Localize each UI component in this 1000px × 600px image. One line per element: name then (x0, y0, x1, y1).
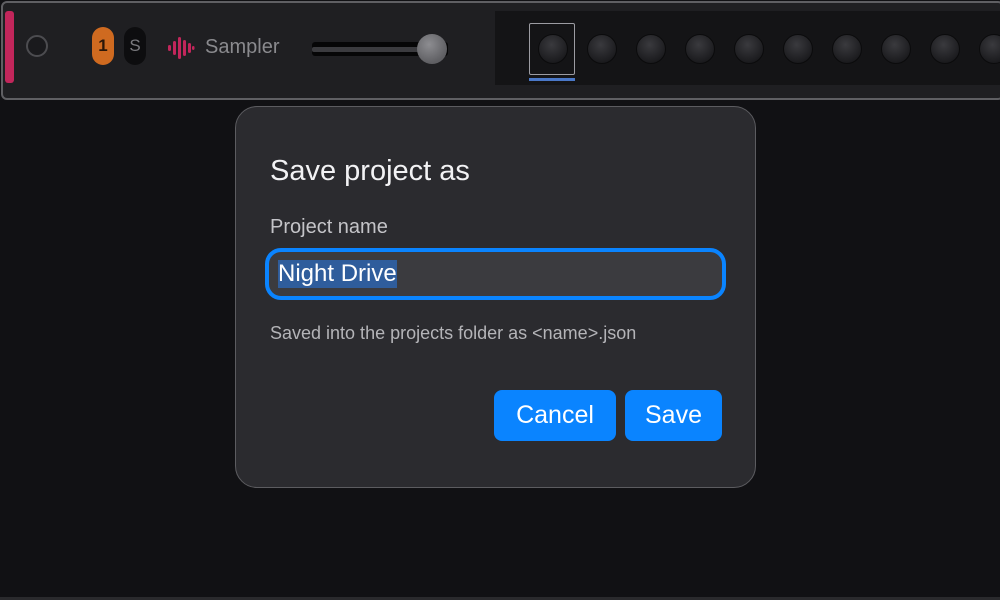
step-sequencer (495, 11, 1000, 85)
cancel-button[interactable]: Cancel (494, 390, 616, 441)
project-name-label: Project name (270, 216, 388, 238)
save-button[interactable]: Save (625, 390, 722, 441)
step-pad[interactable] (685, 34, 715, 64)
step-pad[interactable] (636, 34, 666, 64)
solo-button[interactable]: S (124, 27, 146, 65)
step-pad[interactable] (587, 34, 617, 64)
step-pad[interactable] (783, 34, 813, 64)
track-color-bar (5, 11, 14, 83)
step-pad[interactable] (881, 34, 911, 64)
project-name-input[interactable] (265, 248, 726, 300)
volume-slider-fill (312, 47, 432, 52)
instrument-name[interactable]: Sampler (205, 35, 279, 59)
save-project-dialog: Save project as Project name Saved into … (235, 106, 756, 488)
step-pad[interactable] (979, 34, 1000, 64)
step-pad[interactable] (538, 34, 568, 64)
waveform-icon (168, 37, 195, 59)
track-strip: 1 S Sampler (1, 1, 1000, 100)
step-pad[interactable] (734, 34, 764, 64)
step-pad[interactable] (930, 34, 960, 64)
step-pad[interactable] (832, 34, 862, 64)
app-window: 1 S Sampler Save project as Project name (0, 0, 1000, 600)
playhead-indicator (529, 78, 575, 81)
track-power-button[interactable] (26, 35, 48, 57)
dialog-title: Save project as (270, 155, 470, 187)
save-location-hint: Saved into the projects folder as <name>… (270, 323, 637, 343)
track-number-badge[interactable]: 1 (92, 27, 114, 65)
volume-slider[interactable] (312, 34, 448, 64)
volume-slider-handle[interactable] (417, 34, 447, 64)
